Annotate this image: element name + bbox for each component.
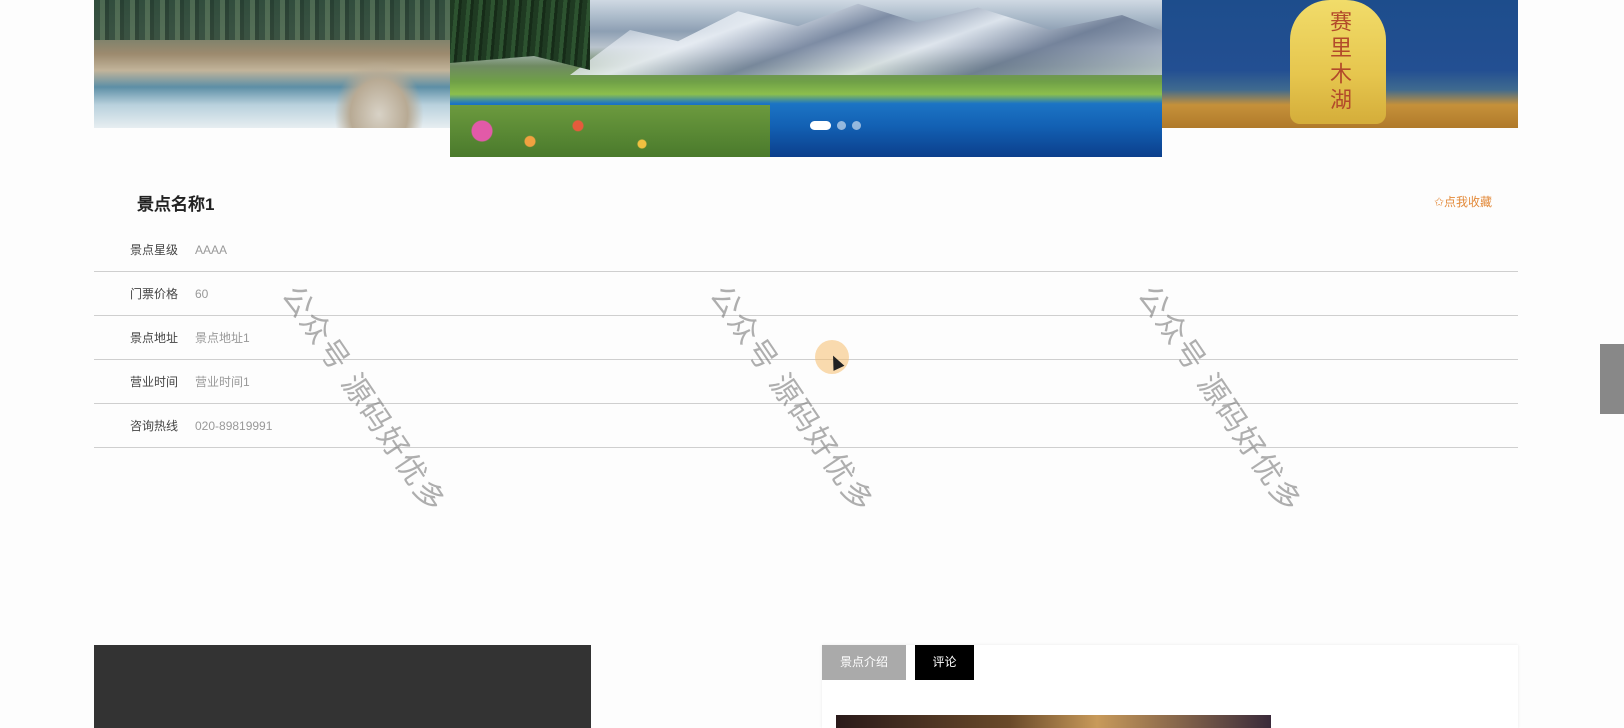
info-label: 门票价格 <box>129 287 178 301</box>
image-carousel[interactable]: 赛里木湖 <box>0 0 1624 160</box>
info-label: 景点星级 <box>129 243 178 257</box>
slide-image-detail <box>94 0 450 40</box>
favorite-button[interactable]: ✩点我收藏 <box>1434 193 1492 210</box>
carousel-indicator-dot[interactable] <box>837 121 846 130</box>
detail-tabs: 景点介绍 评论 <box>822 645 1518 728</box>
intro-image <box>836 715 1271 728</box>
info-row-hours: 营业时间 营业时间1 <box>94 360 1518 404</box>
info-label: 营业时间 <box>129 375 178 389</box>
info-row-price: 门票价格 60 <box>94 272 1518 316</box>
info-value: 营业时间1 <box>195 375 250 389</box>
info-row-hotline: 咨询热线 020-89819991 <box>94 404 1518 448</box>
carousel-slide-next[interactable]: 赛里木湖 <box>1162 0 1518 128</box>
scrollbar-thumb[interactable] <box>1600 344 1624 414</box>
info-value: 020-89819991 <box>195 418 273 433</box>
video-player[interactable] <box>94 645 591 728</box>
tab-intro[interactable]: 景点介绍 <box>822 645 906 680</box>
slide-image-detail <box>450 105 770 157</box>
info-value: 景点地址1 <box>195 331 250 345</box>
slide-image-detail <box>570 3 1162 75</box>
carousel-slide-active[interactable] <box>450 0 1162 157</box>
carousel-indicators <box>810 121 861 130</box>
tab-comments[interactable]: 评论 <box>915 645 974 680</box>
spot-header: 景点名称1 ✩点我收藏 <box>94 182 1518 222</box>
carousel-slide-prev[interactable] <box>94 0 450 128</box>
carousel-indicator-dot[interactable] <box>810 121 831 130</box>
info-row-address: 景点地址 景点地址1 <box>94 316 1518 360</box>
info-label: 咨询热线 <box>129 419 178 433</box>
stone-marker: 赛里木湖 <box>1290 0 1386 124</box>
slide-image-detail <box>334 60 424 128</box>
info-value: AAAA <box>195 242 228 257</box>
carousel-indicator-dot[interactable] <box>852 121 861 130</box>
slide-image-detail <box>450 0 590 70</box>
info-label: 景点地址 <box>129 331 178 345</box>
info-value: 60 <box>195 286 209 301</box>
spot-title: 景点名称1 <box>137 195 215 214</box>
spot-info-table: 景点星级 AAAA 门票价格 60 景点地址 景点地址1 营业时间 营业时间1 … <box>94 228 1518 448</box>
info-row-rating: 景点星级 AAAA <box>94 228 1518 272</box>
